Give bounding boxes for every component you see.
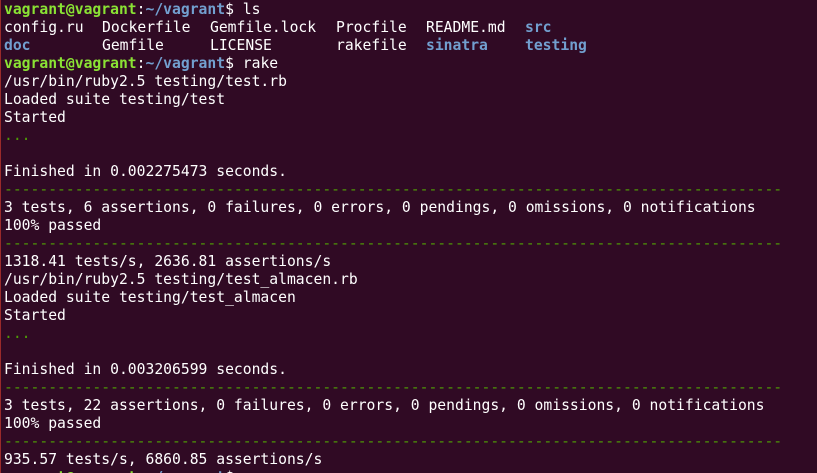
- terminal-window[interactable]: vagrant@vagrant:~/vagrant$ ls config.ru D…: [0, 0, 817, 473]
- prompt-user-host: vagrant@vagrant: [4, 55, 137, 72]
- prompt-path: ~/vagrant: [145, 1, 226, 18]
- prompt-user-host: vagrant@vagrant: [4, 1, 137, 18]
- test-summary: 3 tests, 6 assertions, 0 failures, 0 err…: [4, 199, 756, 216]
- ls-entry-directory: doc: [4, 37, 31, 54]
- prompt-line-rake: vagrant@vagrant:~/vagrant$ rake: [4, 55, 817, 73]
- ls-entry-directory: testing: [525, 37, 587, 54]
- progress-dots: ...: [4, 325, 31, 342]
- prompt-dollar: $: [225, 1, 243, 18]
- prompt-dollar: $: [225, 469, 243, 473]
- ls-entry-file: Gemfile: [102, 37, 164, 54]
- output-line: Loaded suite testing/test_almacen: [4, 289, 296, 306]
- ls-entry-file: Procfile: [336, 19, 407, 36]
- ls-entry-directory: src: [525, 19, 552, 36]
- command-text: ls: [242, 1, 261, 18]
- output-line: Started: [4, 109, 66, 126]
- ls-entry-file: config.ru: [4, 19, 84, 36]
- separator-line: ----------------------------------------…: [4, 379, 783, 396]
- prompt-dollar: $: [225, 55, 243, 72]
- ls-output-row: config.ru Dockerfile Gemfile.lock Procfile R…: [4, 19, 817, 37]
- command-text: rake: [242, 55, 279, 72]
- throughput-line: 935.57 tests/s, 6860.85 assertions/s: [4, 451, 323, 468]
- separator-line: ----------------------------------------…: [4, 433, 783, 450]
- output-line: Loaded suite testing/test: [4, 91, 226, 108]
- prompt-path: ~/vagrant: [145, 55, 226, 72]
- separator-line: ----------------------------------------…: [4, 181, 783, 198]
- ls-output-row: doc Gemfile LICENSE rakefile sinatra testing: [4, 37, 817, 55]
- output-line: Started: [4, 307, 66, 324]
- test-summary: 3 tests, 22 assertions, 0 failures, 0 er…: [4, 397, 765, 414]
- ls-entry-directory: sinatra: [426, 37, 488, 54]
- prompt-line-ls: vagrant@vagrant:~/vagrant$ ls: [4, 1, 817, 19]
- pass-rate: 100% passed: [4, 217, 102, 234]
- output-line: /usr/bin/ruby2.5 testing/test.rb: [4, 73, 287, 90]
- ls-entry-file: LICENSE: [210, 37, 272, 54]
- ls-entry-file: Dockerfile: [102, 19, 191, 36]
- output-line: Finished in 0.003206599 seconds.: [4, 361, 287, 378]
- ls-entry-file: rakefile: [336, 37, 407, 54]
- ls-entry-file: README.md: [426, 19, 506, 36]
- progress-dots: ...: [4, 127, 31, 144]
- separator-line: ----------------------------------------…: [4, 235, 783, 252]
- pass-rate: 100% passed: [4, 415, 102, 432]
- throughput-line: 1318.41 tests/s, 2636.81 assertions/s: [4, 253, 332, 270]
- prompt-user-host: vagrant@vagrant: [4, 469, 137, 473]
- prompt-line-partial: vagrant@vagrant:~/vagrant$: [4, 469, 817, 473]
- prompt-path: ~/vagrant: [145, 469, 225, 473]
- ls-entry-file: Gemfile.lock: [210, 19, 317, 36]
- output-line: Finished in 0.002275473 seconds.: [4, 163, 287, 180]
- output-line: /usr/bin/ruby2.5 testing/test_almacen.rb: [4, 271, 358, 288]
